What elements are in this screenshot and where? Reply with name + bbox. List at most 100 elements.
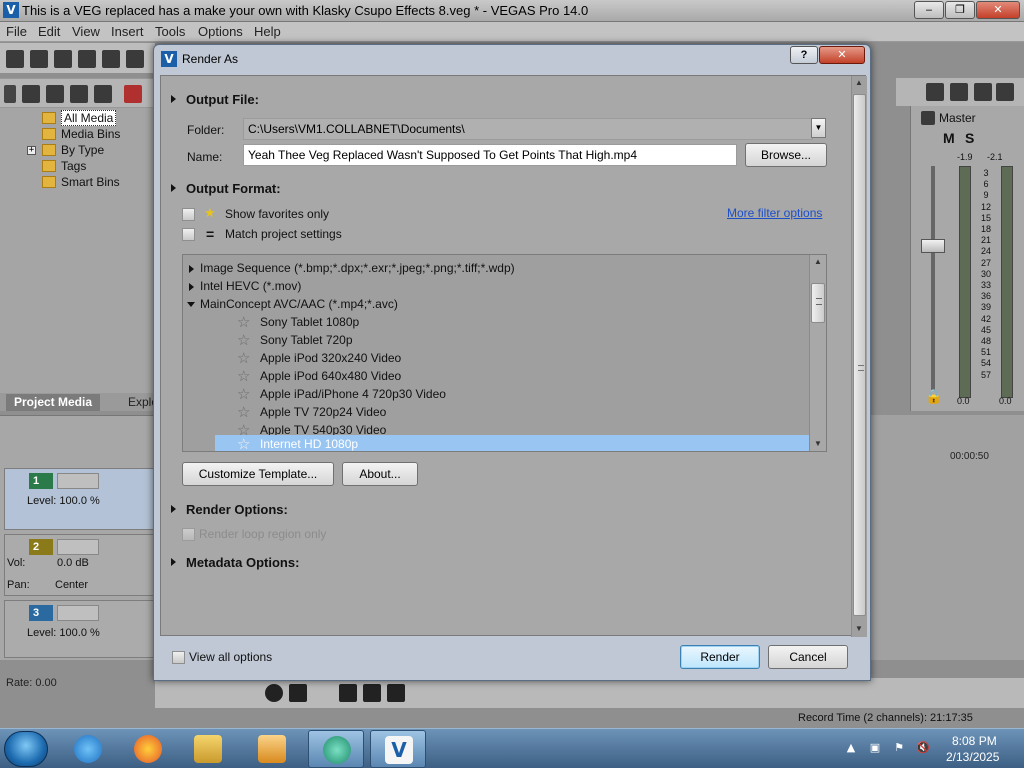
file-name-input[interactable]: Yeah Thee Veg Replaced Wasn't Supposed T… [243,144,737,166]
action-center-icon[interactable]: ⚑ [892,741,906,755]
dialog-scroll-thumb[interactable] [853,94,866,616]
tree-item-smart-bins[interactable]: Smart Bins [42,174,120,190]
track-name-field[interactable] [57,473,99,489]
taskbar-firefox[interactable] [120,730,176,768]
network-icon[interactable]: ▣ [868,741,882,755]
output-file-section-toggle[interactable]: Output File: [171,92,259,107]
taskbar-file-explorer[interactable] [180,730,236,768]
record-icon[interactable] [265,684,283,702]
track-3[interactable]: 3 Level: 100.0 % [4,600,155,658]
solo-button[interactable]: S [965,130,974,146]
save-as-icon[interactable] [78,50,96,68]
favorite-star-icon[interactable]: ☆ [237,313,250,331]
menu-view[interactable]: View [72,24,100,39]
properties-icon[interactable] [126,50,144,68]
format-mainconcept-avc[interactable]: MainConcept AVC/AAC (*.mp4;*.avc) [183,295,808,313]
render-button[interactable]: Render [680,645,760,669]
template-apple-tv-720p24[interactable]: ☆ Apple TV 720p24 Video [215,403,809,421]
open-icon[interactable] [30,50,48,68]
format-intel-hevc[interactable]: Intel HEVC (*.mov) [183,277,808,295]
template-apple-ipad-iphone[interactable]: ☆ Apple iPad/iPhone 4 720p30 Video [215,385,809,403]
tree-item-tags[interactable]: Tags [42,158,86,174]
taskbar-vegas-pro[interactable]: V [370,730,426,768]
volume-muted-icon[interactable]: 🔇 [916,741,930,755]
track-name-field[interactable] [57,605,99,621]
track-2[interactable]: 2 Vol: 0.0 dB Pan: Center [4,534,155,596]
taskbar-media-center[interactable] [308,730,364,768]
restore-button[interactable]: ❐ [945,1,975,19]
browse-button[interactable]: Browse... [745,143,827,167]
stop-icon[interactable] [387,684,405,702]
favorite-star-icon[interactable]: ☆ [237,349,250,367]
favorite-star-icon[interactable]: ☆ [237,331,250,349]
help-button[interactable]: ? [790,46,818,64]
fx-icon[interactable] [974,83,992,101]
taskbar-video-player[interactable] [244,730,300,768]
tab-project-media[interactable]: Project Media [6,394,101,411]
tree-item-by-type[interactable]: By Type [42,142,104,158]
view-all-options-checkbox[interactable] [172,651,185,664]
render-loop-region-checkbox[interactable] [182,528,195,541]
mute-button[interactable]: M [943,130,955,146]
get-media-icon[interactable] [70,85,88,103]
save-icon[interactable] [54,50,72,68]
folder-combo[interactable]: C:\Users\VM1.COLLABNET\Documents\ [243,118,813,140]
start-orb-icon[interactable] [4,731,48,767]
tree-item-all-media[interactable]: All Media [42,110,117,126]
loop-icon[interactable] [289,684,307,702]
expand-by-type-toggle[interactable]: + [27,146,36,155]
track-name-field[interactable] [57,539,99,555]
dialog-scrollbar[interactable]: ▲ ▼ [851,76,867,637]
lock-icon[interactable]: 🔒 [925,388,942,405]
menu-help[interactable]: Help [254,24,281,39]
more-filter-options-link[interactable]: More filter options [727,206,822,220]
show-favorites-checkbox[interactable] [182,208,195,221]
close-button[interactable]: ✕ [976,1,1020,19]
template-apple-ipod-640[interactable]: ☆ Apple iPod 640x480 Video [215,367,809,385]
menu-edit[interactable]: Edit [38,24,60,39]
chevron-down-icon[interactable]: ▼ [811,118,826,138]
dialog-close-button[interactable]: ✕ [819,46,865,64]
template-internet-hd-1080p[interactable]: ☆ Internet HD 1080p [215,435,809,451]
mixer-icon[interactable] [996,83,1014,101]
scroll-up-arrow-icon[interactable]: ▲ [814,257,822,266]
menu-file[interactable]: File [6,24,27,39]
remove-icon[interactable] [124,85,142,103]
gear-icon[interactable] [926,83,944,101]
output-format-section-toggle[interactable]: Output Format: [171,181,281,196]
match-project-checkbox[interactable] [182,228,195,241]
taskbar-internet-explorer[interactable] [60,730,116,768]
pause-icon[interactable] [363,684,381,702]
scroll-down-arrow-icon[interactable]: ▼ [855,624,863,633]
favorite-star-icon[interactable]: ☆ [237,367,250,385]
scroll-up-arrow-icon[interactable]: ▲ [855,78,863,87]
render-icon[interactable] [102,50,120,68]
tree-item-media-bins[interactable]: Media Bins [42,126,120,142]
menu-tools[interactable]: Tools [155,24,185,39]
play-icon[interactable] [339,684,357,702]
customize-template-button[interactable]: Customize Template... [182,462,334,486]
clock-date[interactable]: 2/13/2025 [946,750,999,764]
speaker-icon[interactable] [950,83,968,101]
clock-time[interactable]: 8:08 PM [952,734,997,748]
menu-options[interactable]: Options [198,24,243,39]
favorite-star-icon[interactable]: ☆ [237,385,250,403]
favorite-star-icon[interactable]: ☆ [237,403,250,421]
import-media-icon[interactable] [22,85,40,103]
cancel-button[interactable]: Cancel [768,645,848,669]
format-list-scroll-thumb[interactable] [811,283,825,323]
up-arrow-icon[interactable] [4,85,16,103]
template-apple-ipod-320[interactable]: ☆ Apple iPod 320x240 Video [215,349,809,367]
render-options-section-toggle[interactable]: Render Options: [171,502,288,517]
new-project-icon[interactable] [6,50,24,68]
favorite-star-icon[interactable]: ☆ [237,435,250,451]
template-sony-tablet-720p[interactable]: ☆ Sony Tablet 720p [215,331,809,349]
template-sony-tablet-1080p[interactable]: ☆ Sony Tablet 1080p [215,313,809,331]
web-icon[interactable] [94,85,112,103]
scroll-down-arrow-icon[interactable]: ▼ [814,439,822,448]
track-1[interactable]: 1 Level: 100.0 % [4,468,155,530]
format-image-sequence[interactable]: Image Sequence (*.bmp;*.dpx;*.exr;*.jpeg… [183,259,808,277]
capture-icon[interactable] [46,85,64,103]
minimize-button[interactable]: ‒ [914,1,944,19]
master-fader[interactable] [921,239,945,253]
